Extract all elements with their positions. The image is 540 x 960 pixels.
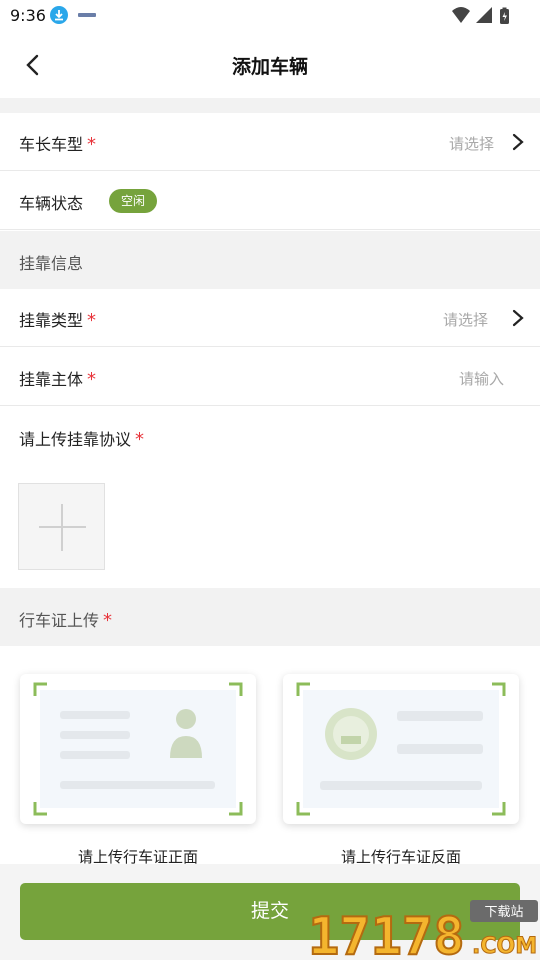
system-status-icons [452,7,509,24]
affiliation-type-placeholder: 请选择 [442,311,488,329]
chevron-right-icon [512,309,524,327]
watermark-badge: 下载站 [484,905,523,920]
watermark-logo: 下载站 17178 .COM [308,900,538,960]
download-icon [50,6,68,24]
status-bar: 9:36 [0,0,540,32]
required-mark: * [87,310,97,331]
affiliation-type-row[interactable]: 挂靠类型 * 请选择 [0,289,540,347]
wifi-icon [452,7,470,23]
affiliation-entity-row[interactable]: 挂靠主体 * 请输入 [0,348,540,406]
vehicle-type-row[interactable]: 车长车型 * 请选择 [0,113,540,171]
required-mark: * [87,134,97,155]
vehicle-type-label: 车长车型 [19,135,84,154]
affiliation-section-header: 挂靠信息 [0,231,540,289]
app-notification-icon [78,13,96,17]
page-title: 添加车辆 [231,56,308,78]
required-mark: * [135,429,145,450]
status-badge[interactable]: 空闲 [109,189,157,213]
license-section-header: 行车证上传 * [0,588,540,646]
license-back-upload[interactable] [283,674,519,824]
status-time: 9:36 [10,6,46,25]
signal-icon [476,7,492,23]
watermark-domain: .COM [472,934,537,959]
agreement-upload-label: 请上传挂靠协议 [19,430,132,449]
affiliation-entity-input[interactable]: 请输入 [459,368,504,389]
vehicle-status-label: 车辆状态 [19,194,84,213]
watermark-number: 17178 [308,907,465,960]
chevron-right-icon [512,133,524,151]
license-section-title: 行车证上传 [19,611,100,630]
license-front-upload[interactable] [20,674,256,824]
affiliation-entity-label: 挂靠主体 [19,370,84,389]
required-mark: * [87,369,97,390]
required-mark: * [103,610,113,631]
nav-bar: 添加车辆 [0,32,540,98]
agreement-upload-button[interactable] [18,483,105,570]
vehicle-type-placeholder: 请选择 [448,135,494,153]
affiliation-section-title: 挂靠信息 [19,254,84,273]
id-card-back-illustration [296,682,506,816]
affiliation-type-label: 挂靠类型 [19,311,84,330]
id-card-front-illustration [33,682,243,816]
vehicle-status-row: 车辆状态 [0,172,540,230]
section-divider [0,98,540,113]
